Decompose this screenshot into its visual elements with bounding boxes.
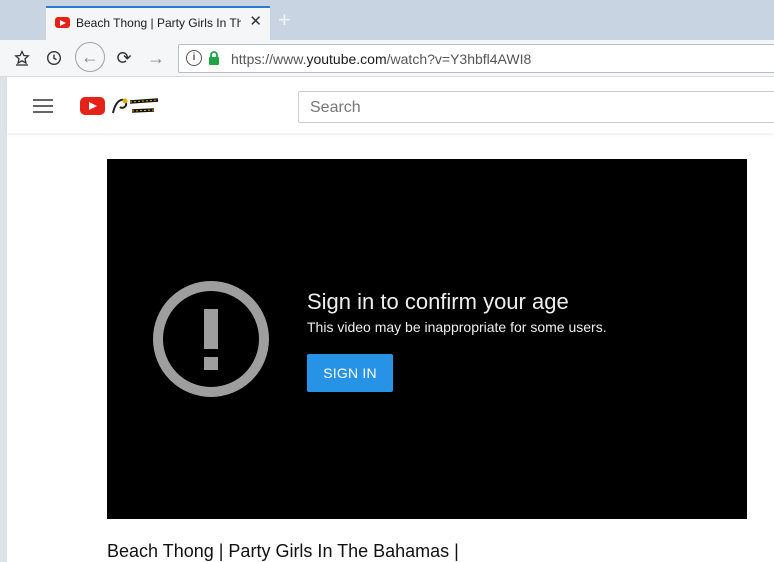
history-clock-icon[interactable] — [40, 44, 68, 72]
new-tab-button[interactable]: + — [278, 9, 291, 31]
youtube-header: Search — [7, 77, 774, 133]
cobra-kai-doodle-logo[interactable] — [110, 95, 162, 117]
search-placeholder: Search — [310, 99, 361, 116]
video-title: Beach Thong | Party Girls In The Bahamas… — [107, 541, 459, 561]
site-info-icon[interactable]: i — [186, 50, 202, 66]
back-arrow-icon: ← — [81, 46, 99, 67]
close-tab-icon[interactable]: ✕ — [249, 14, 262, 30]
age-gate-subtitle: This video may be inappropriate for some… — [307, 319, 607, 335]
navigation-toolbar: ← ⟳ → i https://www.youtube.com/watch?v=… — [0, 40, 774, 77]
url-path: /watch?v=Y3hbfl4AWI8 — [386, 51, 532, 67]
window-frame — [0, 0, 7, 562]
youtube-logo-icon[interactable] — [80, 97, 105, 115]
back-button[interactable]: ← — [75, 42, 105, 72]
url-host: youtube.com — [306, 51, 387, 67]
video-player[interactable]: Sign in to confirm your age This video m… — [107, 159, 747, 519]
tab-title: Beach Thong | Party Girls In The Bahamas — [76, 16, 241, 30]
sign-in-button[interactable]: SIGN IN — [307, 354, 393, 392]
tab-bar: Beach Thong | Party Girls In The Bahamas… — [0, 0, 774, 40]
url-text[interactable]: https://www.youtube.com/watch?v=Y3hbfl4A… — [231, 51, 531, 67]
age-gate-title: Sign in to confirm your age — [307, 289, 569, 314]
secure-lock-icon — [209, 51, 219, 65]
forward-arrow-icon: → — [147, 47, 165, 68]
url-scheme: https://www. — [231, 51, 307, 67]
alert-exclamation-icon — [153, 281, 269, 397]
bookmark-star-icon[interactable] — [8, 44, 36, 72]
tab-active[interactable]: Beach Thong | Party Girls In The Bahamas… — [46, 6, 270, 40]
forward-button[interactable]: → — [142, 44, 170, 72]
search-box[interactable]: Search — [298, 91, 774, 123]
reload-button[interactable]: ⟳ — [110, 44, 138, 72]
youtube-favicon-icon — [55, 17, 70, 28]
reload-icon: ⟳ — [116, 47, 132, 68]
address-bar[interactable]: i https://www.youtube.com/watch?v=Y3hbfl… — [178, 44, 774, 73]
menu-hamburger-icon[interactable] — [33, 99, 53, 113]
